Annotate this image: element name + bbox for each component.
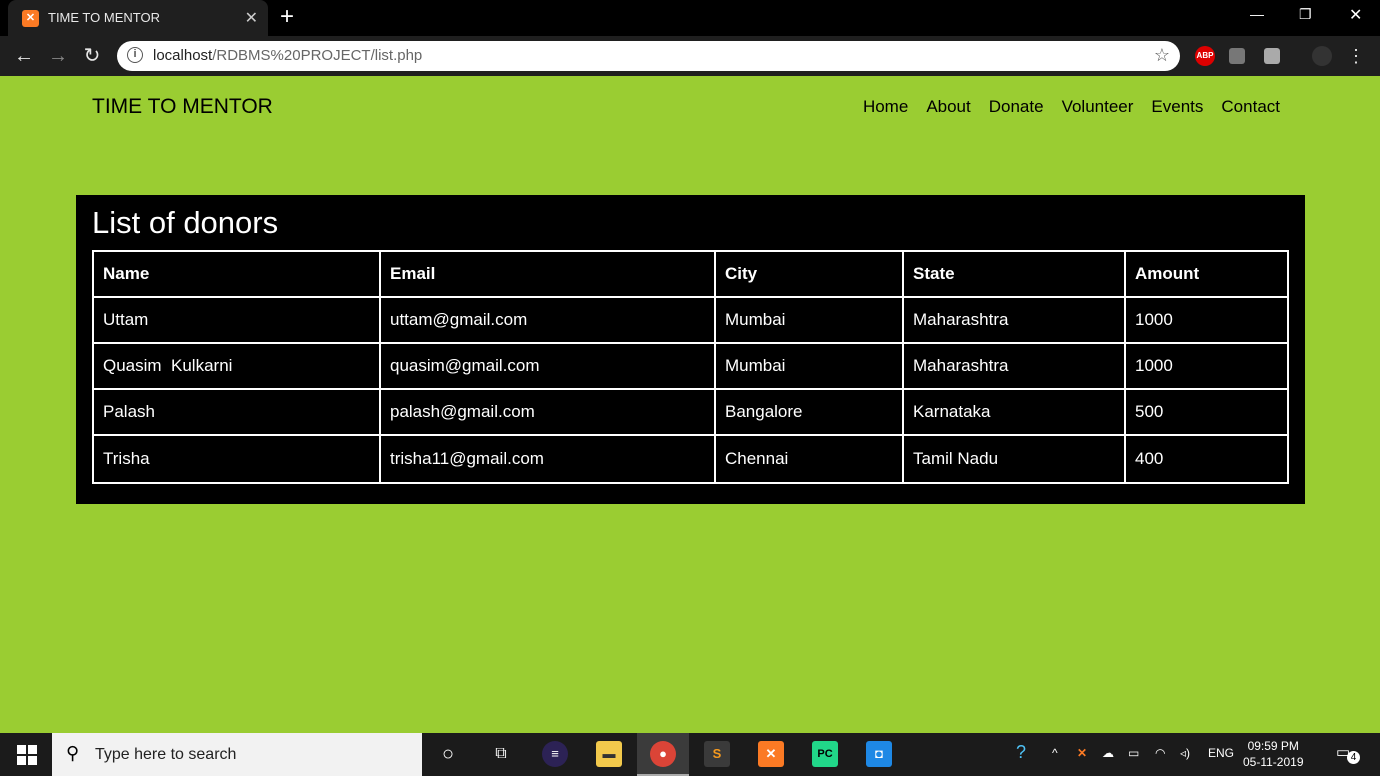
nav-contact[interactable]: Contact [1221, 97, 1280, 117]
site-nav: Home About Donate Volunteer Events Conta… [863, 97, 1280, 117]
table-row: Uttam uttam@gmail.com Mumbai Maharashtra… [94, 298, 1287, 344]
table-row: Quasim Kulkarni quasim@gmail.com Mumbai … [94, 344, 1287, 390]
cell-email: quasim@gmail.com [381, 344, 716, 390]
site-info-icon[interactable]: i [127, 47, 143, 63]
url-path: /RDBMS%20PROJECT/list.php [212, 47, 423, 64]
column-header-state: State [904, 252, 1126, 298]
sublime-text-icon[interactable]: S [704, 741, 730, 767]
cell-name: Uttam [94, 298, 381, 344]
cell-amount: 500 [1126, 390, 1287, 436]
table-row: Trisha trisha11@gmail.com Chennai Tamil … [94, 436, 1287, 482]
cell-amount: 1000 [1126, 344, 1287, 390]
wifi-icon[interactable]: ◠ [1155, 746, 1165, 760]
extension-icon[interactable] [1229, 48, 1245, 64]
onedrive-icon[interactable]: ☁ [1102, 746, 1114, 760]
language-indicator[interactable]: ENG [1208, 746, 1234, 760]
browser-tabstrip: ✕ TIME TO MENTOR ✕ + — ❐ ✕ [0, 0, 1380, 36]
notification-icon[interactable]: ▭ 4 [1336, 743, 1360, 764]
url-text[interactable]: localhost/RDBMS%20PROJECT/list.php [153, 47, 422, 65]
notification-count: 4 [1347, 751, 1360, 764]
cell-email: uttam@gmail.com [381, 298, 716, 344]
nav-about[interactable]: About [926, 97, 970, 117]
window-close-icon[interactable]: ✕ [1349, 5, 1362, 25]
cell-name: Palash [94, 390, 381, 436]
cell-city: Mumbai [716, 344, 904, 390]
extension-2-icon[interactable] [1264, 48, 1280, 64]
column-header-name: Name [94, 252, 381, 298]
cell-city: Bangalore [716, 390, 904, 436]
browser-menu-icon[interactable]: ⋮ [1344, 44, 1368, 68]
address-bar[interactable]: i localhost/RDBMS%20PROJECT/list.php ☆ [117, 41, 1180, 71]
chevron-up-icon[interactable]: ^ [1052, 746, 1058, 760]
browser-tab[interactable]: ✕ TIME TO MENTOR ✕ [8, 0, 268, 36]
cell-name: Quasim Kulkarni [94, 344, 381, 390]
cell-city: Mumbai [716, 298, 904, 344]
profile-avatar-icon[interactable] [1312, 46, 1332, 66]
chrome-icon[interactable]: ● [650, 741, 676, 767]
cell-email: trisha11@gmail.com [381, 436, 716, 482]
bookmark-star-icon[interactable]: ☆ [1154, 45, 1170, 66]
new-tab-icon[interactable]: + [280, 4, 294, 30]
nav-events[interactable]: Events [1151, 97, 1203, 117]
cell-state: Tamil Nadu [904, 436, 1126, 482]
back-icon[interactable]: ← [12, 44, 36, 68]
pycharm-icon[interactable]: PC [812, 741, 838, 767]
xampp-icon[interactable]: ✕ [758, 741, 784, 767]
cortana-icon[interactable]: ○ [435, 741, 461, 767]
tab-title: TIME TO MENTOR [48, 10, 160, 25]
clock-date: 05-11-2019 [1243, 755, 1304, 769]
cell-name: Trisha [94, 436, 381, 482]
reload-icon[interactable]: ↻ [80, 44, 104, 68]
nav-home[interactable]: Home [863, 97, 908, 117]
clock[interactable]: 09:59 PM 05-11-2019 [1243, 738, 1304, 770]
search-icon: ⚲ [66, 743, 80, 763]
column-header-email: Email [381, 252, 716, 298]
nav-donate[interactable]: Donate [989, 97, 1044, 117]
task-view-icon[interactable]: ⧉ [488, 741, 514, 767]
donors-table: Name Email City State Amount Uttam uttam… [92, 250, 1289, 484]
eclipse-icon[interactable]: ≡ [542, 741, 568, 767]
volume-icon[interactable]: ◃) [1180, 746, 1190, 760]
nav-volunteer[interactable]: Volunteer [1062, 97, 1134, 117]
xampp-favicon-icon: ✕ [22, 10, 39, 27]
table-header-row: Name Email City State Amount [94, 252, 1287, 298]
clock-time: 09:59 PM [1247, 739, 1299, 753]
browser-toolbar: ← → ↻ i localhost/RDBMS%20PROJECT/list.p… [0, 36, 1380, 76]
column-header-city: City [716, 252, 904, 298]
cell-state: Maharashtra [904, 344, 1126, 390]
tab-close-icon[interactable]: ✕ [245, 8, 258, 28]
file-explorer-icon[interactable]: ▬ [596, 741, 622, 767]
adblock-plus-icon[interactable]: ABP [1195, 46, 1215, 66]
site-brand[interactable]: TIME TO MENTOR [92, 95, 273, 119]
donors-heading: List of donors [92, 205, 279, 240]
cell-amount: 1000 [1126, 298, 1287, 344]
cell-city: Chennai [716, 436, 904, 482]
battery-icon[interactable]: ▭ [1128, 746, 1139, 760]
xampp-tray-icon[interactable]: ✕ [1077, 746, 1087, 760]
cell-amount: 400 [1135, 449, 1164, 468]
cell-state: Karnataka [904, 390, 1126, 436]
search-placeholder: Type here to search [95, 746, 237, 763]
windows-start-icon[interactable] [17, 745, 37, 765]
help-icon[interactable]: ? [1016, 742, 1026, 763]
minimize-icon[interactable]: — [1250, 6, 1264, 22]
table-row: Palash palash@gmail.com Bangalore Karnat… [94, 390, 1287, 436]
taskbar: ⚲ Type here to search ○ ⧉ ≡ ▬ ● S ✕ PC ◘… [0, 733, 1380, 776]
forward-icon[interactable]: → [46, 44, 70, 68]
donors-panel: List of donors Name Email City State Amo… [76, 195, 1305, 504]
url-host: localhost [153, 47, 213, 64]
restore-icon[interactable]: ❐ [1299, 6, 1312, 23]
column-header-amount: Amount [1126, 252, 1287, 298]
cell-state: Maharashtra [904, 298, 1126, 344]
taskbar-search-box[interactable]: ⚲ Type here to search [52, 733, 422, 776]
app-icon[interactable]: ◘ [866, 741, 892, 767]
cell-email: palash@gmail.com [381, 390, 716, 436]
